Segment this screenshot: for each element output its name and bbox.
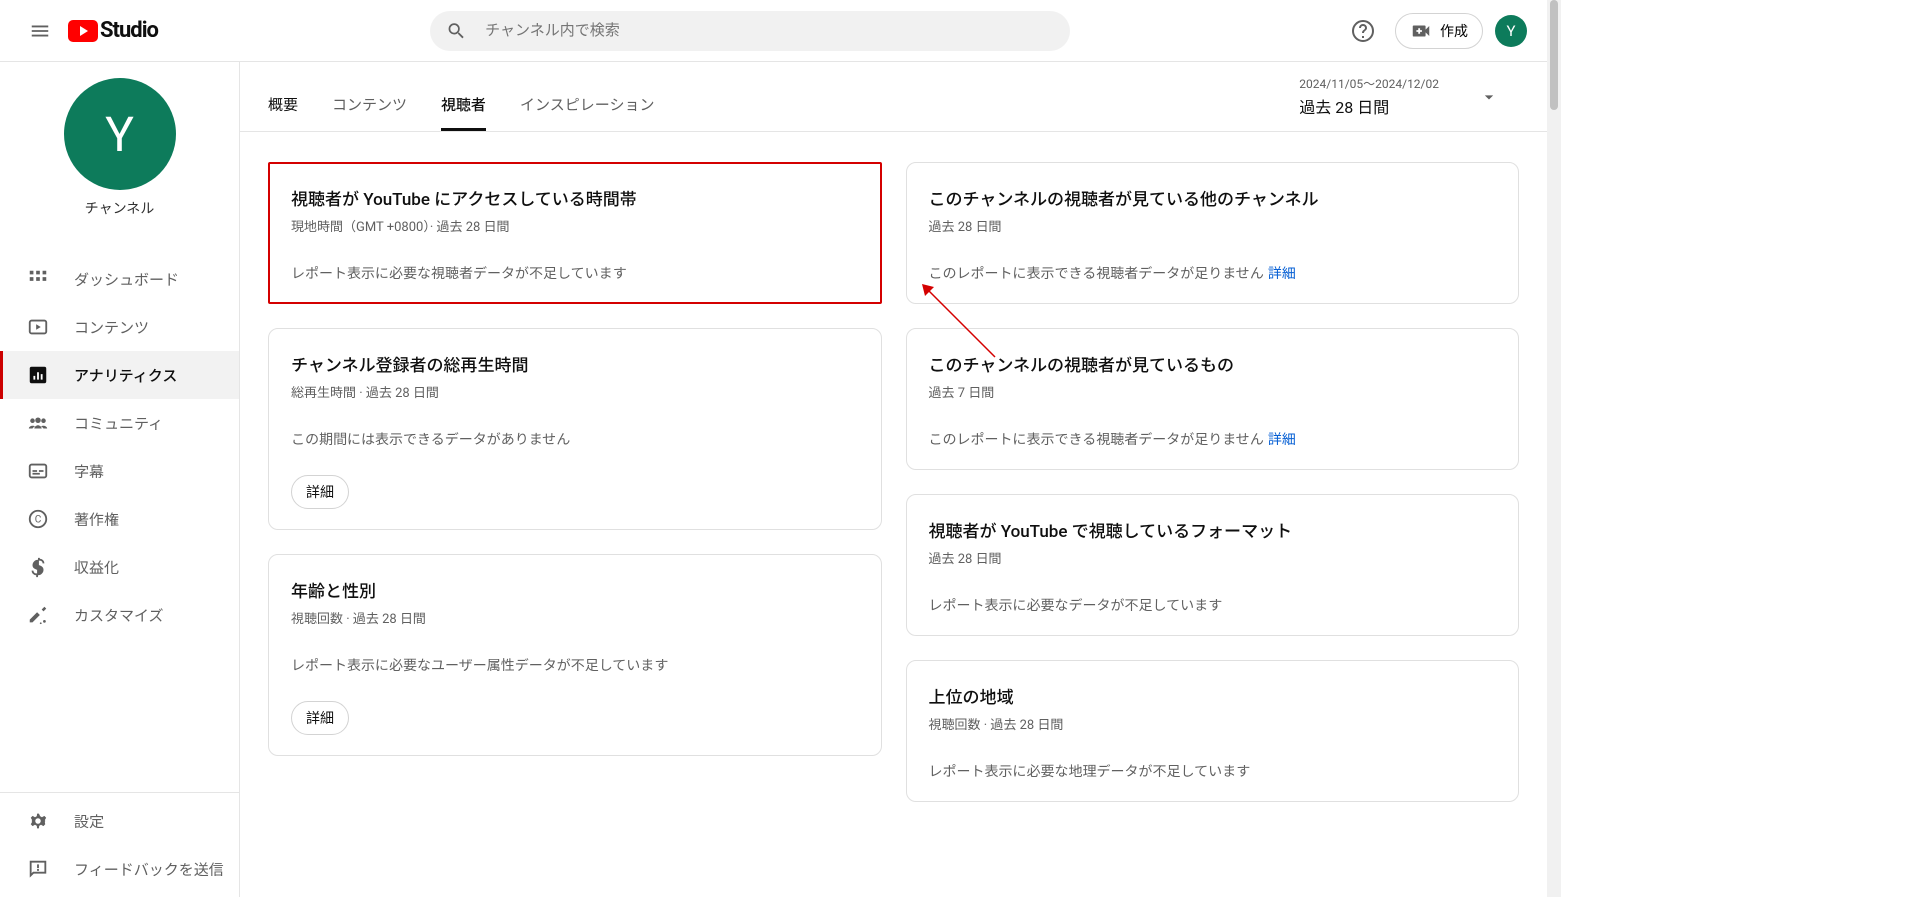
card-body: レポート表示に必要なデータが不足しています <box>929 595 1497 615</box>
sidebar-item-customize[interactable]: カスタマイズ <box>0 591 239 639</box>
sidebar-item-label: コンテンツ <box>74 317 149 338</box>
card-body: レポート表示に必要なユーザー属性データが不足しています <box>291 655 859 675</box>
logo-text: Studio <box>100 18 158 43</box>
card-body: このレポートに表示できる視聴者データが足りません 詳細 <box>929 429 1497 449</box>
chevron-down-icon <box>1479 87 1499 107</box>
card-title: このチャンネルの視聴者が見ている他のチャンネル <box>929 185 1497 210</box>
card-title: 視聴者が YouTube にアクセスしている時間帯 <box>291 185 859 210</box>
customize-icon <box>26 603 50 627</box>
card-sub: 現地時間（GMT +0800）· 過去 28 日間 <box>291 216 859 235</box>
community-icon <box>26 411 50 435</box>
help-icon <box>1351 19 1375 43</box>
card-body: この期間には表示できるデータがありません <box>291 429 859 449</box>
tab-0[interactable]: 概要 <box>268 66 298 131</box>
sidebar: Y チャンネル ダッシュボードコンテンツアナリティクスコミュニティ字幕 C 著作権収… <box>0 62 240 897</box>
tab-3[interactable]: インスピレーション <box>520 66 654 131</box>
youtube-icon <box>68 20 98 42</box>
card: 視聴者が YouTube で視聴しているフォーマット過去 28 日間レポート表示… <box>906 494 1520 636</box>
sidebar-item-label: フィードバックを送信 <box>74 859 224 880</box>
nav-bottom: 設定フィードバックを送信 <box>0 792 239 897</box>
card-title: 年齢と性別 <box>291 577 859 602</box>
search-icon <box>446 20 467 42</box>
sidebar-item-label: コミュニティ <box>74 413 163 434</box>
card-title: チャンネル登録者の総再生時間 <box>291 351 859 376</box>
sidebar-item-subtitles[interactable]: 字幕 <box>0 447 239 495</box>
card: このチャンネルの視聴者が見ているもの過去 7 日間このレポートに表示できる視聴者… <box>906 328 1520 470</box>
tab-1[interactable]: コンテンツ <box>332 66 407 131</box>
sidebar-item-label: 字幕 <box>74 461 104 482</box>
search-box[interactable] <box>430 11 1070 51</box>
sidebar-item-feedback[interactable]: フィードバックを送信 <box>0 845 239 893</box>
sidebar-item-copyright[interactable]: C 著作権 <box>0 495 239 543</box>
sidebar-item-label: ダッシュボード <box>74 269 179 290</box>
scrollbar-thumb[interactable] <box>1550 0 1558 110</box>
card-title: 視聴者が YouTube で視聴しているフォーマット <box>929 517 1497 542</box>
card: このチャンネルの視聴者が見ている他のチャンネル過去 28 日間このレポートに表示… <box>906 162 1520 304</box>
date-label: 過去 28 日間 <box>1299 94 1439 118</box>
sidebar-item-settings[interactable]: 設定 <box>0 797 239 845</box>
card: 上位の地域視聴回数 · 過去 28 日間レポート表示に必要な地理データが不足して… <box>906 660 1520 802</box>
content-icon <box>26 315 50 339</box>
card-sub: 過去 7 日間 <box>929 382 1497 401</box>
details-button[interactable]: 詳細 <box>291 475 349 509</box>
account-avatar[interactable]: Y <box>1495 15 1527 47</box>
card-sub: 過去 28 日間 <box>929 216 1497 235</box>
channel-name <box>0 222 239 241</box>
tabs-row: 概要コンテンツ視聴者インスピレーション 2024/11/05～2024/12/0… <box>240 62 1547 132</box>
hamburger-menu[interactable] <box>20 11 60 51</box>
details-link[interactable]: 詳細 <box>1268 263 1296 283</box>
sidebar-item-label: アナリティクス <box>74 365 177 386</box>
monetize-icon <box>26 555 50 579</box>
tab-2[interactable]: 視聴者 <box>441 66 486 131</box>
sidebar-item-dashboard[interactable]: ダッシュボード <box>0 255 239 303</box>
nav: ダッシュボードコンテンツアナリティクスコミュニティ字幕 C 著作権収益化カスタマイズ <box>0 255 239 792</box>
card: 年齢と性別視聴回数 · 過去 28 日間レポート表示に必要なユーザー属性データが… <box>268 554 882 756</box>
details-button[interactable]: 詳細 <box>291 701 349 735</box>
help-button[interactable] <box>1343 11 1383 51</box>
settings-icon <box>26 809 50 833</box>
card-sub: 視聴回数 · 過去 28 日間 <box>929 714 1497 733</box>
card-body: このレポートに表示できる視聴者データが足りません 詳細 <box>929 263 1497 283</box>
main: 概要コンテンツ視聴者インスピレーション 2024/11/05～2024/12/0… <box>240 62 1547 897</box>
search-input[interactable] <box>483 21 1054 40</box>
card-sub: 過去 28 日間 <box>929 548 1497 567</box>
card: チャンネル登録者の総再生時間総再生時間 · 過去 28 日間この期間には表示でき… <box>268 328 882 530</box>
dashboard-icon <box>26 267 50 291</box>
create-label: 作成 <box>1440 21 1468 41</box>
studio-logo[interactable]: Studio <box>68 18 158 43</box>
sidebar-item-label: カスタマイズ <box>74 605 164 626</box>
create-button[interactable]: 作成 <box>1395 13 1483 49</box>
sidebar-item-analytics[interactable]: アナリティクス <box>0 351 239 399</box>
create-icon <box>1410 20 1432 42</box>
card-sub: 総再生時間 · 過去 28 日間 <box>291 382 859 401</box>
card-title: このチャンネルの視聴者が見ているもの <box>929 351 1497 376</box>
channel-label: チャンネル <box>0 198 239 218</box>
sidebar-item-content[interactable]: コンテンツ <box>0 303 239 351</box>
date-picker[interactable]: 2024/11/05～2024/12/02 過去 28 日間 <box>1299 75 1519 118</box>
subtitles-icon <box>26 459 50 483</box>
channel-avatar: Y <box>64 78 176 190</box>
tabs: 概要コンテンツ視聴者インスピレーション <box>268 62 654 131</box>
card: 視聴者が YouTube にアクセスしている時間帯現地時間（GMT +0800）… <box>268 162 882 304</box>
hamburger-icon <box>29 20 51 42</box>
sidebar-item-label: 収益化 <box>74 557 119 578</box>
cards-grid: 視聴者が YouTube にアクセスしている時間帯現地時間（GMT +0800）… <box>240 132 1547 832</box>
card-body: レポート表示に必要な地理データが不足しています <box>929 761 1497 781</box>
svg-text:C: C <box>35 515 42 526</box>
sidebar-item-label: 著作権 <box>74 509 119 530</box>
header: Studio 作成 Y <box>0 0 1547 62</box>
card-title: 上位の地域 <box>929 683 1497 708</box>
sidebar-item-label: 設定 <box>74 811 104 832</box>
date-range: 2024/11/05～2024/12/02 <box>1299 75 1439 92</box>
sidebar-item-monetize[interactable]: 収益化 <box>0 543 239 591</box>
card-body: レポート表示に必要な視聴者データが不足しています <box>291 263 859 283</box>
sidebar-item-community[interactable]: コミュニティ <box>0 399 239 447</box>
copyright-icon: C <box>26 507 50 531</box>
channel-block[interactable]: Y チャンネル <box>0 62 239 241</box>
card-sub: 視聴回数 · 過去 28 日間 <box>291 608 859 627</box>
analytics-icon <box>26 363 50 387</box>
feedback-icon <box>26 857 50 881</box>
details-link[interactable]: 詳細 <box>1268 429 1296 449</box>
